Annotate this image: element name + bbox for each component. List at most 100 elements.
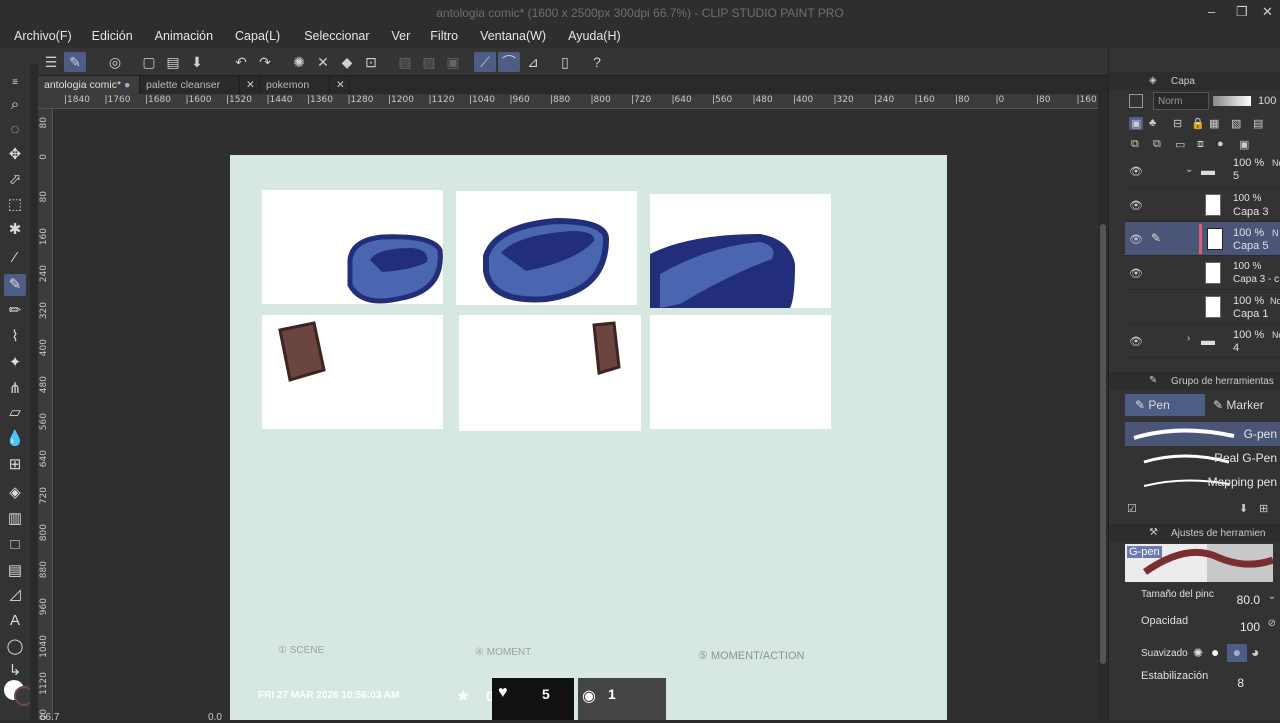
- balloon-icon[interactable]: ◯: [4, 636, 26, 658]
- gradient-icon[interactable]: ▥: [4, 508, 26, 530]
- quick-access-icon[interactable]: ✎: [64, 52, 86, 72]
- lock-icon[interactable]: 🔒: [1191, 117, 1205, 130]
- transform-icon[interactable]: ⊡: [360, 52, 382, 72]
- tab-pokemon[interactable]: pokemon: [260, 76, 330, 94]
- decoration-icon[interactable]: ✦: [4, 352, 26, 374]
- loading-icon[interactable]: ✺: [288, 52, 310, 72]
- delete-layer-icon[interactable]: ▣: [1239, 138, 1249, 151]
- snap-special-ruler-icon[interactable]: ⌒: [498, 52, 520, 72]
- correct-line-icon[interactable]: ↳: [4, 660, 26, 682]
- brush-g-pen[interactable]: G-pen: [1125, 422, 1280, 446]
- eye-icon[interactable]: 👁: [1129, 165, 1143, 178]
- lock-transparent-icon[interactable]: ▦: [1209, 117, 1219, 130]
- scrollbar-thumb[interactable]: [1100, 224, 1106, 664]
- minimize-button[interactable]: –: [1208, 4, 1215, 19]
- opacity-pressure-icon[interactable]: ⊘: [1268, 618, 1276, 629]
- new-file-icon[interactable]: ▢: [138, 52, 160, 72]
- move-icon[interactable]: ✥: [4, 144, 26, 166]
- undo-icon[interactable]: ↶: [230, 52, 252, 72]
- opacity-slider[interactable]: [1213, 96, 1251, 106]
- pressure-icon[interactable]: ⌄: [1268, 591, 1276, 602]
- redo-icon[interactable]: ↷: [254, 52, 276, 72]
- ruler-icon[interactable]: ◿: [4, 584, 26, 606]
- layer-row-capa-3-copy[interactable]: 👁 100 % Capa 3 - c: [1125, 256, 1280, 290]
- layer-opacity-value[interactable]: 100: [1258, 95, 1276, 107]
- comic-panel-5[interactable]: [459, 315, 641, 431]
- eraser-icon[interactable]: ▱: [4, 402, 26, 424]
- layer-row-folder-5[interactable]: 👁 ⌄ ▬ 100 % No 5: [1125, 154, 1280, 188]
- check-icon[interactable]: ☑: [1127, 502, 1137, 515]
- menu-ver[interactable]: Ver: [392, 26, 411, 48]
- clip-icon[interactable]: ⊟: [1173, 117, 1182, 130]
- layer-row-capa-5[interactable]: 👁 ✎ 100 % N Capa 5: [1125, 222, 1280, 256]
- merge-icon[interactable]: ⧈: [1197, 138, 1204, 151]
- smoothing-option-icon[interactable]: ✺: [1193, 646, 1203, 660]
- brush-real-g-pen[interactable]: Real G-Pen: [1125, 446, 1280, 470]
- menu-filtro[interactable]: Filtro: [430, 26, 458, 48]
- menu-capa[interactable]: Capa(L): [235, 26, 280, 48]
- opacity-value[interactable]: 100: [1240, 620, 1260, 634]
- add-tool-icon[interactable]: ⊞: [1259, 502, 1268, 515]
- smoothing-option-icon[interactable]: ●: [1227, 644, 1247, 662]
- brush-mapping-pen[interactable]: Mapping pen: [1125, 470, 1280, 494]
- help-icon[interactable]: ?: [586, 52, 608, 72]
- menu-animacion[interactable]: Animación: [155, 26, 213, 48]
- menu-ventana[interactable]: Ventana(W): [480, 26, 546, 48]
- maximize-button[interactable]: ❐: [1236, 4, 1248, 20]
- ref-layer-icon[interactable]: ▣: [1129, 117, 1144, 130]
- comic-panel-6[interactable]: [650, 315, 831, 429]
- object-icon[interactable]: ⬀: [4, 169, 26, 191]
- grid-icon[interactable]: ⊞: [4, 454, 26, 476]
- chevron-right-icon[interactable]: ›: [1187, 333, 1190, 344]
- selection-icon[interactable]: ⬚: [4, 194, 26, 216]
- collapse-icon[interactable]: ≡: [4, 72, 26, 94]
- zoom-icon[interactable]: ⌕: [4, 94, 26, 116]
- tab-antologia-comic[interactable]: antologia comic* ●: [38, 76, 140, 94]
- comic-panel-3[interactable]: [650, 194, 831, 308]
- smoothing-option-icon[interactable]: ◕: [1251, 644, 1259, 660]
- chevron-down-icon[interactable]: ⌄: [1185, 164, 1193, 175]
- open-file-icon[interactable]: ▤: [162, 52, 184, 72]
- snap-ruler-icon[interactable]: ⟋: [474, 52, 496, 72]
- mask-icon[interactable]: ▧: [1231, 117, 1241, 130]
- expand-icon[interactable]: ▤: [1253, 117, 1263, 130]
- layer-row-capa-1[interactable]: 100 % No Capa 1: [1125, 290, 1280, 324]
- clear-icon[interactable]: ✕: [312, 52, 334, 72]
- phone-icon[interactable]: ▯: [554, 52, 576, 72]
- frame-icon[interactable]: ▤: [4, 560, 26, 582]
- zoom-readout[interactable]: 66.7: [40, 712, 59, 723]
- tab-marker[interactable]: ✎ Marker: [1209, 394, 1280, 416]
- brush-icon[interactable]: ⌇: [4, 326, 26, 348]
- canvas-page[interactable]: ① SCENE ④ MOMENT ⑤ MOMENT/ACTION: [230, 155, 947, 720]
- menu-archivo[interactable]: Archivo(F): [14, 26, 72, 48]
- eye-icon[interactable]: 👁: [1129, 199, 1143, 212]
- pen-icon[interactable]: ✎: [4, 274, 26, 296]
- comic-panel-2[interactable]: [456, 191, 637, 305]
- blend-icon[interactable]: 💧: [4, 428, 26, 450]
- close-tab-icon[interactable]: ✕: [330, 76, 350, 94]
- tab-pen[interactable]: ✎ Pen: [1125, 394, 1205, 416]
- invert-selection-icon[interactable]: ▨: [418, 52, 440, 72]
- snap-grid-icon[interactable]: ⊿: [522, 52, 544, 72]
- mask-add-icon[interactable]: ●: [1217, 138, 1224, 150]
- eye-icon[interactable]: 👁: [1129, 267, 1143, 280]
- blend-mode-select[interactable]: Norm: [1153, 92, 1209, 110]
- auto-select-icon[interactable]: ✱: [4, 219, 26, 241]
- brush-size-value[interactable]: 80.0: [1237, 593, 1260, 607]
- expression-color-icon[interactable]: [1129, 94, 1143, 108]
- smoothing-option-icon[interactable]: ●: [1211, 644, 1219, 660]
- eye-icon[interactable]: 👁: [1129, 335, 1143, 348]
- fill-bucket-icon[interactable]: ◈: [4, 482, 26, 504]
- save-icon[interactable]: ⬇: [186, 52, 208, 72]
- close-tab-icon[interactable]: ✕: [240, 76, 260, 94]
- menu-ayuda[interactable]: Ayuda(H): [568, 26, 621, 48]
- new-raster-icon[interactable]: ⧉: [1131, 138, 1139, 151]
- text-icon[interactable]: A: [4, 610, 26, 632]
- comic-panel-1[interactable]: [262, 190, 443, 304]
- deselect-icon[interactable]: ▧: [394, 52, 416, 72]
- pencil-icon[interactable]: ✏: [4, 300, 26, 322]
- layer-row-folder-4[interactable]: 👁 › ▬ 100 % No 4: [1125, 324, 1280, 358]
- download-icon[interactable]: ⬇: [1239, 502, 1248, 515]
- angle-readout[interactable]: 0.0: [208, 712, 222, 723]
- menu-seleccionar[interactable]: Seleccionar: [304, 26, 369, 48]
